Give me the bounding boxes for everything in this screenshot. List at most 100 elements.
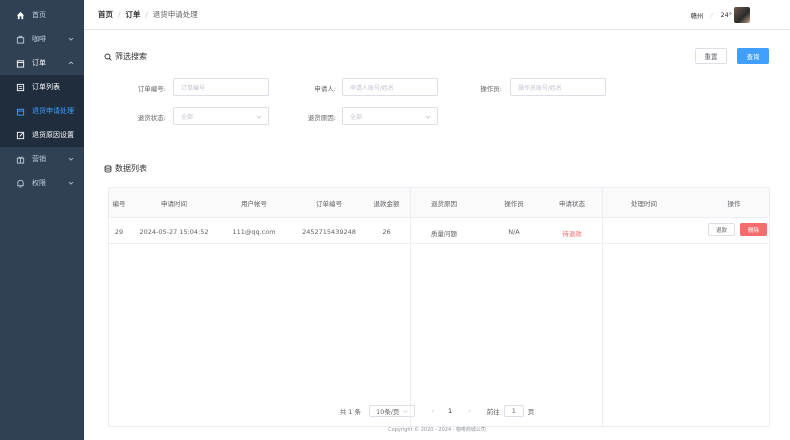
return-reason-value: 全部 (350, 113, 363, 121)
cell-amount: 26 (382, 228, 391, 236)
sidebar-item-home[interactable]: 首页 (0, 3, 84, 27)
main-content: 筛选搜索 重置 查询 订单编号: 订单编号 申请人: 申请人账号/姓名 操作员:… (84, 30, 790, 440)
list-title-label: 数据列表 (115, 164, 147, 173)
applicant-input[interactable]: 申请人账号/姓名 (342, 78, 438, 96)
database-icon (104, 164, 112, 173)
sidebar-item-label: 订单列表 (32, 83, 60, 91)
col-header-order-no: 订单编号 (316, 200, 342, 208)
col-header-reason: 退货原因 (431, 200, 457, 208)
sidebar-item-label: 营销 (32, 155, 46, 163)
col-header-amount: 退款金额 (373, 200, 400, 208)
breadcrumb-separator: / (118, 10, 121, 19)
cell-order-no: 2452715439248 (302, 228, 356, 236)
data-table: 编号 申请时间 用户帐号 订单编号 退款金额 退货原因 操作员 申请状态 处理时… (108, 187, 770, 428)
row-divider (109, 243, 769, 244)
goto-label: 前往 (486, 408, 500, 416)
col-header-time: 申请时间 (161, 200, 187, 208)
chevron-down-icon (68, 37, 74, 41)
return-status-label: 退货状态: (137, 114, 166, 122)
column-divider (410, 188, 411, 428)
chevron-down-icon (68, 157, 74, 161)
weather-widget: 赣州 24° (690, 0, 732, 30)
weather-icon (709, 12, 715, 18)
home-icon (16, 11, 25, 20)
chevron-down-icon (256, 115, 262, 119)
pagination-total: 共 1 条 (339, 408, 361, 416)
edit-icon (16, 131, 25, 140)
pagination: 共 1 条 10条/页 ‹ 1 › 前往 1 页 (84, 404, 790, 418)
list-title: 数据列表 (104, 163, 147, 174)
sidebar-item-permission[interactable]: 权限 (0, 171, 84, 195)
cell-reason: 质量问题 (431, 230, 457, 238)
breadcrumb-current: 退货申请处理 (152, 10, 198, 19)
order-no-label: 订单编号: (137, 85, 166, 93)
search-icon (104, 53, 112, 61)
sidebar-item-return-apply[interactable]: 退货申请处理 (0, 99, 84, 123)
order-no-input[interactable]: 订单编号 (173, 78, 269, 96)
sidebar-item-coffee[interactable]: 咖啡 (0, 27, 84, 51)
delete-button[interactable]: 删除 (740, 223, 767, 236)
avatar[interactable] (734, 7, 750, 23)
bell-icon (16, 179, 25, 188)
refund-button[interactable]: 退款 (708, 223, 735, 236)
col-header-id: 编号 (112, 200, 126, 208)
col-header-handled-time: 处理时间 (631, 200, 657, 208)
cell-status: 待退款 (562, 230, 582, 238)
operator-input[interactable]: 操作员账号/姓名 (510, 78, 606, 96)
sidebar-item-label: 退货申请处理 (32, 107, 74, 115)
col-header-operator: 操作员 (504, 200, 524, 208)
cell-time: 2024-05-27 15:04:52 (139, 228, 209, 236)
chevron-up-icon (68, 61, 74, 65)
breadcrumb-home[interactable]: 首页 (98, 9, 113, 20)
column-divider (602, 188, 603, 428)
col-header-action: 操作 (727, 200, 741, 208)
reset-button[interactable]: 重置 (695, 48, 727, 64)
page-suffix: 页 (527, 408, 535, 416)
breadcrumb-separator: / (145, 10, 148, 19)
sidebar-item-label: 首页 (32, 11, 46, 19)
prev-page-button[interactable]: ‹ (431, 407, 434, 415)
sidebar-item-marketing[interactable]: 营销 (0, 147, 84, 171)
page-size-select[interactable]: 10条/页 (368, 405, 416, 417)
return-reason-select[interactable]: 全部 (342, 107, 438, 125)
list-icon (16, 83, 25, 92)
sidebar-item-order-list[interactable]: 订单列表 (0, 75, 84, 99)
current-page[interactable]: 1 (448, 407, 452, 415)
return-status-value: 全部 (181, 113, 194, 121)
cell-account: 111@qq.com (232, 228, 276, 236)
sidebar: 首页 咖啡 订单 订单列表 退货申请处理 退货原因设置 营销 权限 (0, 0, 84, 440)
bag-icon (16, 35, 25, 44)
chevron-down-icon (425, 115, 431, 119)
goto-page-input[interactable]: 1 (503, 405, 524, 417)
filter-title-label: 筛选搜索 (115, 52, 147, 61)
next-page-button[interactable]: › (468, 407, 471, 415)
chevron-down-icon (68, 181, 74, 185)
chevron-down-icon (404, 409, 408, 413)
sidebar-item-label: 退货原因设置 (32, 131, 74, 139)
operator-label: 操作员: (480, 85, 502, 93)
col-header-status: 申请状态 (559, 200, 585, 208)
sidebar-item-label: 咖啡 (32, 35, 46, 43)
order-icon (16, 59, 25, 68)
weather-temperature: 24° (720, 11, 732, 19)
copyright-footer: Copyright © 2020 - 2024 · 咖啡商城公司 (388, 427, 486, 433)
page-size-value: 10条/页 (375, 408, 400, 416)
sidebar-item-return-reason[interactable]: 退货原因设置 (0, 123, 84, 147)
sidebar-item-label: 订单 (32, 59, 46, 67)
applicant-label: 申请人: (314, 85, 336, 93)
return-reason-label: 退货原因: (307, 114, 336, 122)
col-header-account: 用户帐号 (241, 200, 267, 208)
weather-city: 赣州 (690, 12, 704, 20)
filter-card: 筛选搜索 重置 查询 订单编号: 订单编号 申请人: 申请人账号/姓名 操作员:… (102, 48, 770, 138)
gift-icon (16, 155, 25, 164)
filter-title: 筛选搜索 (104, 51, 147, 62)
return-status-select[interactable]: 全部 (173, 107, 269, 125)
sidebar-item-order[interactable]: 订单 (0, 51, 84, 75)
top-header: 首页 / 订单 / 退货申请处理 赣州 24° (84, 0, 790, 30)
cell-operator: N/A (508, 228, 520, 236)
box-icon (16, 107, 25, 116)
query-button[interactable]: 查询 (737, 48, 769, 64)
sidebar-item-label: 权限 (32, 179, 46, 187)
sidebar-submenu-order: 订单列表 退货申请处理 退货原因设置 (0, 75, 84, 147)
breadcrumb-order[interactable]: 订单 (125, 9, 140, 20)
